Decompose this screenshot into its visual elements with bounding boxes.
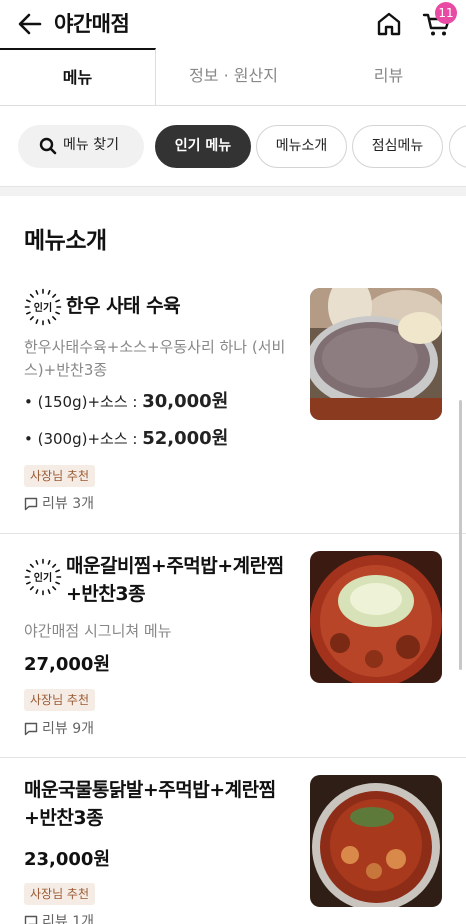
option-label: • (150g)+소스 : — [24, 393, 143, 411]
menu-item-name: 매운국물통닭발+주먹밥+계란찜+반찬3종 — [24, 779, 276, 829]
menu-item-name: 한우 사태 수육 — [66, 295, 181, 317]
menu-item-photo — [310, 775, 442, 907]
search-icon — [39, 137, 57, 155]
menu-item-description: 한우사태수육+소스+우동사리 하나 (서비스)+반찬3종 — [24, 338, 286, 379]
tab-bar: 메뉴 정보 · 원산지 리뷰 — [0, 48, 466, 106]
menu-option-150g: • (150g)+소스 : 30,000원 — [24, 391, 228, 413]
menu-item[interactable]: 인기 매운갈비찜+주먹밥+계란찜+반찬3종 야간매점 시그니쳐 메뉴 27,00… — [0, 534, 466, 758]
owner-recommend-badge: 사장님 추천 — [24, 689, 96, 711]
owner-recommend-badge: 사장님 추천 — [24, 465, 96, 487]
chip-more[interactable] — [449, 125, 466, 168]
cart-count-badge: 11 — [435, 2, 457, 24]
review-count: 리뷰 9개 — [24, 719, 94, 739]
owner-recommend-badge: 사장님 추천 — [24, 883, 96, 905]
tab-menu[interactable]: 메뉴 — [0, 48, 156, 105]
popular-badge-text: 인기 — [34, 301, 52, 314]
page-title: 야간매점 — [54, 12, 130, 36]
scrollbar[interactable] — [459, 400, 462, 670]
section-title: 메뉴소개 — [24, 228, 107, 254]
menu-item-photo — [310, 288, 442, 420]
menu-item-price: 23,000원 — [24, 849, 111, 870]
chip-menu-intro[interactable]: 메뉴소개 — [256, 125, 347, 168]
popular-badge-icon: 인기 — [24, 288, 62, 326]
review-count: 리뷰 3개 — [24, 494, 94, 514]
home-icon[interactable] — [375, 10, 403, 38]
menu-search-button[interactable]: 메뉴 찾기 — [18, 125, 144, 168]
menu-item-description: 야간매점 시그니쳐 메뉴 — [24, 622, 172, 640]
popular-badge-text: 인기 — [34, 571, 52, 584]
menu-item-price: 27,000원 — [24, 654, 111, 675]
menu-item-name: 매운갈비찜+주먹밥+계란찜+반찬3종 — [66, 555, 284, 605]
review-count-text: 리뷰 3개 — [42, 496, 94, 512]
review-count-text: 리뷰 1개 — [42, 914, 94, 924]
comment-icon — [24, 497, 38, 511]
menu-search-label: 메뉴 찾기 — [63, 137, 119, 153]
menu-category-chips: 메뉴 찾기 인기 메뉴 메뉴소개 점심메뉴 — [0, 124, 466, 170]
section-divider — [0, 186, 466, 196]
tab-info-origin[interactable]: 정보 · 원산지 — [156, 48, 311, 105]
app-bar: 야간매점 11 — [0, 0, 466, 48]
comment-icon — [24, 722, 38, 736]
chip-popular-menu[interactable]: 인기 메뉴 — [155, 125, 251, 168]
option-price: 52,000원 — [142, 428, 229, 449]
option-label: • (300g)+소스 : — [24, 430, 143, 448]
menu-item-photo — [310, 551, 442, 683]
tab-reviews[interactable]: 리뷰 — [311, 48, 466, 105]
comment-icon — [24, 915, 38, 924]
menu-item[interactable]: 매운국물통닭발+주먹밥+계란찜+반찬3종 23,000원 사장님 추천 리뷰 1… — [0, 758, 466, 924]
back-arrow-icon[interactable] — [16, 10, 44, 38]
menu-item[interactable]: 인기 한우 사태 수육 한우사태수육+소스+우동사리 하나 (서비스)+반찬3종… — [0, 272, 466, 534]
chip-lunch-menu[interactable]: 점심메뉴 — [352, 125, 443, 168]
review-count-text: 리뷰 9개 — [42, 721, 94, 737]
review-count: 리뷰 1개 — [24, 912, 94, 924]
popular-badge-icon: 인기 — [24, 558, 62, 596]
option-price: 30,000원 — [142, 391, 229, 412]
menu-option-300g: • (300g)+소스 : 52,000원 — [24, 428, 228, 450]
